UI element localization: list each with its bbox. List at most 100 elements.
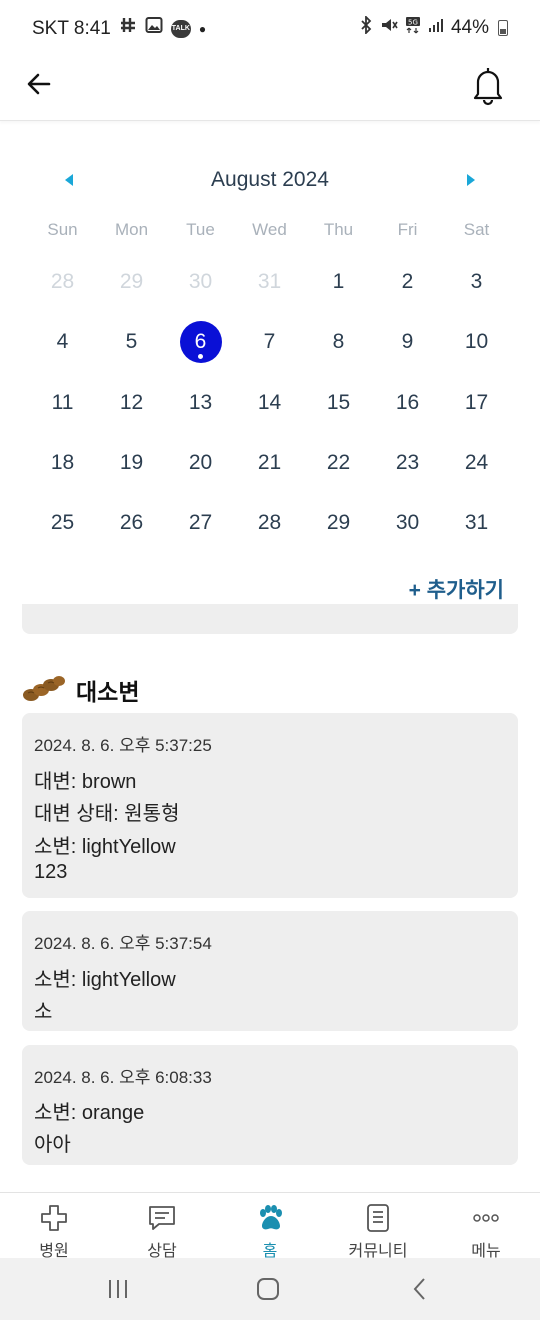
calendar-day[interactable]: 1 [304, 252, 373, 312]
calendar-day[interactable]: 31 [235, 252, 304, 312]
calendar-day[interactable]: 28 [28, 252, 97, 312]
calendar-day-number: 29 [119, 270, 144, 294]
nav-community[interactable]: 커뮤니티 [324, 1193, 432, 1260]
paw-icon [255, 1203, 285, 1233]
calendar-day[interactable]: 7 [235, 312, 304, 372]
chat-icon [147, 1203, 177, 1233]
record-line: 아아 [34, 1134, 71, 1156]
mute-icon [380, 16, 398, 40]
poop-icon [22, 673, 66, 708]
system-back-icon[interactable] [405, 1274, 435, 1304]
calendar-day-number: 3 [470, 270, 483, 294]
record-time: 2024. 8. 6. 오후 5:37:54 [34, 934, 212, 953]
calendar-day[interactable]: 29 [304, 493, 373, 553]
add-record-button[interactable]: + 추가하기 [409, 574, 504, 604]
calendar-day-number: 13 [188, 390, 213, 414]
calendar-day-number: 11 [51, 390, 74, 414]
record-card[interactable]: 2024. 8. 6. 오후 5:37:54 소변: lightYellow 소 [22, 911, 518, 1031]
recent-apps-icon[interactable] [103, 1274, 133, 1304]
arrow-left-icon [27, 73, 51, 95]
calendar-day-number: 16 [395, 390, 420, 414]
weekday-label: Tue [186, 220, 215, 239]
calendar-day[interactable]: 10 [442, 312, 511, 372]
record-line: 대변: brown [34, 771, 137, 793]
calendar-day-number: 21 [257, 451, 282, 475]
calendar-day[interactable]: 16 [373, 373, 442, 433]
bluetooth-icon [359, 14, 373, 40]
calendar-day[interactable]: 11 [28, 373, 97, 433]
calendar-day[interactable]: 27 [166, 493, 235, 553]
calendar-day[interactable]: 29 [97, 252, 166, 312]
calendar-day[interactable]: 19 [97, 433, 166, 493]
calendar-day-number: 20 [188, 451, 213, 475]
calendar-day-number: 14 [257, 390, 282, 414]
calendar-day[interactable]: 21 [235, 433, 304, 493]
notification-button[interactable] [468, 64, 508, 106]
system-nav-bar [0, 1258, 540, 1320]
nav-menu[interactable]: 메뉴 [432, 1193, 540, 1260]
calendar-day[interactable]: 5 [97, 312, 166, 372]
calendar-day[interactable]: 30 [166, 252, 235, 312]
calendar-day[interactable]: 2 [373, 252, 442, 312]
calendar-day-number: 28 [50, 270, 75, 294]
calendar-day[interactable]: 20 [166, 433, 235, 493]
status-left: SKT 8:41 TALK ● [32, 16, 206, 41]
calendar-day[interactable]: 13 [166, 373, 235, 433]
calendar-day-number: 30 [188, 270, 213, 294]
calendar-day[interactable]: 18 [28, 433, 97, 493]
calendar-day-number: 4 [56, 330, 69, 354]
5g-icon: 5G [405, 16, 421, 40]
calendar-day-number: 2 [401, 270, 414, 294]
event-dot-icon [198, 353, 203, 359]
hospital-cross-icon [39, 1203, 69, 1233]
calendar-day[interactable]: 26 [97, 493, 166, 553]
weekday-row: Sun Mon Tue Wed Thu Fri Sat [28, 220, 511, 240]
calendar-day-number: 9 [401, 330, 414, 354]
nav-consult[interactable]: 상담 [108, 1193, 216, 1260]
nav-home[interactable]: 홈 [216, 1193, 324, 1260]
calendar-day[interactable]: 28 [235, 493, 304, 553]
calendar-day[interactable]: 12 [97, 373, 166, 433]
calendar-day-grid: 28 29 30 31 1 2 3 4 5 6 7 8 9 10 11 12 13 14 15 16 17 18 19 20 2… [28, 252, 511, 553]
carrier-time: SKT 8:41 [32, 17, 111, 39]
calendar-day[interactable]: 31 [442, 493, 511, 553]
calendar-day[interactable]: 25 [28, 493, 97, 553]
weekday-label: Sat [463, 220, 490, 239]
calendar-day[interactable]: 24 [442, 433, 511, 493]
calendar-day-number: 24 [464, 451, 489, 475]
next-month-button[interactable] [460, 170, 480, 190]
calendar-day[interactable]: 3 [442, 252, 511, 312]
weekday-label: Fri [397, 220, 418, 239]
home-icon[interactable] [253, 1274, 283, 1304]
calendar-day[interactable]: 8 [304, 312, 373, 372]
record-line: 대변 상태: 원통형 [34, 803, 180, 825]
calendar-day[interactable]: 17 [442, 373, 511, 433]
calendar-day[interactable]: 14 [235, 373, 304, 433]
calendar-day-number: 12 [119, 390, 144, 414]
calendar-day-number: 25 [50, 511, 75, 535]
calendar-day[interactable]: 4 [28, 312, 97, 372]
record-time: 2024. 8. 6. 오후 5:37:25 [34, 736, 212, 755]
weekday-label: Sun [47, 220, 78, 239]
record-time: 2024. 8. 6. 오후 6:08:33 [34, 1068, 212, 1087]
calendar-day[interactable]: 23 [373, 433, 442, 493]
calendar-day[interactable]: 15 [304, 373, 373, 433]
back-button[interactable] [22, 68, 58, 104]
record-card[interactable]: 2024. 8. 6. 오후 5:37:25 대변: brown 대변 상태: … [22, 713, 518, 898]
record-line: 123 [34, 861, 68, 883]
record-line: 소 [34, 1001, 53, 1023]
hash-icon [119, 16, 137, 41]
calendar-day[interactable]: 9 [373, 312, 442, 372]
calendar-day[interactable]: 30 [373, 493, 442, 553]
calendar-day[interactable]: 22 [304, 433, 373, 493]
app-header [0, 56, 540, 121]
record-card[interactable]: 2024. 8. 6. 오후 6:08:33 소변: orange 아아 [22, 1045, 518, 1165]
nav-hospital[interactable]: 병원 [0, 1193, 108, 1260]
calendar-header: August 2024 [0, 164, 540, 196]
battery-icon [498, 20, 508, 36]
calendar-day-number: 8 [332, 330, 345, 354]
battery-percent: 44% [450, 17, 489, 38]
calendar-day-selected[interactable]: 6 [166, 312, 235, 372]
calendar-day-number: 28 [257, 511, 282, 535]
more-icon [471, 1203, 501, 1233]
